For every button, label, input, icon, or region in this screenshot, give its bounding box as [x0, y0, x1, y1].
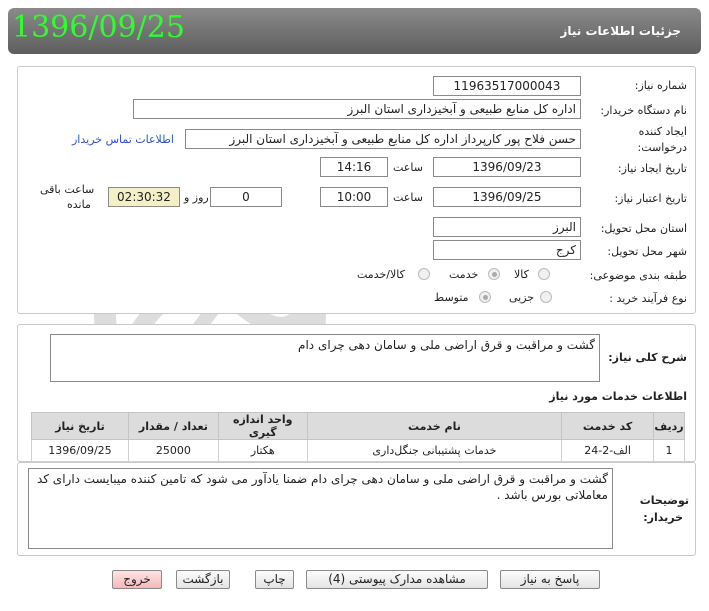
buyer-field: اداره کل منابع طبیعی و آبخیزداری استان ا… [133, 99, 581, 119]
validity-date-field: 1396/09/25 [433, 187, 581, 207]
province-label: استان محل تحویل: [600, 222, 687, 235]
buyer-contact-link[interactable]: اطلاعات تماس خریدار [72, 133, 174, 146]
column-header-unit: واحد اندازه گیری [217, 412, 308, 440]
created-date-field: 1396/09/23 [433, 157, 581, 177]
city-label: شهر محل تحویل: [607, 245, 687, 258]
column-header-service-name: نام خدمت [306, 412, 563, 440]
category-option-goods: کالا [514, 268, 529, 281]
validity-time-field: 10:00 [320, 187, 388, 207]
summary-field: گشت و مراقبت و قرق اراضی ملی و سامان دهی… [50, 334, 600, 382]
table-row: 1 الف-2-24 خدمات پشتیبانی جنگل‌داری هکتا… [31, 439, 685, 462]
category-radio-goods[interactable] [538, 268, 550, 280]
process-radio-medium[interactable] [479, 291, 491, 303]
creator-label-line2: درخواست: [637, 141, 687, 154]
process-option-medium: متوسط [434, 291, 469, 304]
respond-button[interactable]: پاسخ به نیاز [500, 570, 600, 589]
print-button[interactable]: چاپ [255, 570, 294, 589]
validity-date-label: تاریخ اعتبار نیاز: [614, 192, 687, 205]
page-title: جزئیات اطلاعات نیاز [560, 24, 681, 38]
process-type-label: نوع فرآیند خرید : [609, 292, 687, 305]
remaining-time-field: 02:30:32 [108, 187, 180, 207]
need-number-field: 11963517000043 [433, 76, 581, 96]
buyer-notes-textarea[interactable]: گشت و مراقبت و قرق اراضی ملی و سامان دهی… [28, 468, 613, 549]
column-header-need-date: تاریخ نیاز [31, 412, 129, 440]
cell-service-name: خدمات پشتیبانی جنگل‌داری [306, 439, 563, 462]
cell-quantity: 25000 [127, 439, 219, 462]
category-radio-goods-service[interactable] [418, 268, 430, 280]
province-field: البرز [433, 217, 581, 237]
created-time-label: ساعت [393, 161, 423, 174]
cell-need-date: 1396/09/25 [31, 439, 129, 462]
header-date: 1396/09/25 [12, 10, 185, 45]
created-time-field: 14:16 [320, 157, 388, 177]
back-button[interactable]: بازگشت [176, 570, 230, 589]
column-header-quantity: تعداد / مقدار [127, 412, 219, 440]
notes-label-line1: توضیحات [639, 494, 689, 507]
category-label: طبقه بندی موضوعی: [589, 269, 687, 282]
buyer-label: نام دستگاه خریدار: [600, 104, 687, 117]
view-attachments-button[interactable]: مشاهده مدارک پیوستی (4) [306, 570, 488, 589]
summary-label: شرح کلی نیاز: [608, 351, 687, 364]
created-date-label: تاریخ ایجاد نیاز: [617, 162, 687, 175]
category-option-goods-service: کالا/خدمت [357, 268, 405, 281]
cell-row-number: 1 [653, 439, 685, 462]
city-field: کرج [433, 240, 581, 260]
creator-label-line1: ایجاد کننده [638, 125, 687, 138]
column-header-service-code: کد خدمت [561, 412, 655, 440]
services-section-title: اطلاعات خدمات مورد نیاز [549, 390, 687, 403]
services-table-header-row: ردیف کد خدمت نام خدمت واحد اندازه گیری ت… [31, 412, 685, 440]
column-header-row-number: ردیف [653, 412, 685, 440]
category-option-service: خدمت [449, 268, 479, 281]
days-label: روز و [184, 191, 209, 204]
exit-button[interactable]: خروج [112, 570, 162, 589]
remaining-days-field: 0 [210, 187, 282, 207]
process-option-minor: جزیی [509, 291, 535, 304]
page-header: جزئیات اطلاعات نیاز 1396/09/25 [8, 8, 701, 54]
remaining-label-line2: مانده [67, 198, 91, 211]
notes-label-line2: خریدار: [643, 511, 683, 524]
cell-unit: هکتار [217, 439, 308, 462]
cell-service-code: الف-2-24 [561, 439, 655, 462]
category-radio-service[interactable] [488, 268, 500, 280]
remaining-label-line1: ساعت باقی [40, 183, 95, 196]
creator-field: حسن فلاح پور کارپرداز اداره کل منابع طبی… [185, 129, 581, 149]
services-table: ردیف کد خدمت نام خدمت واحد اندازه گیری ت… [31, 412, 685, 462]
need-number-label: شماره نیاز: [634, 79, 687, 92]
validity-time-label: ساعت [393, 191, 423, 204]
process-radio-minor[interactable] [540, 291, 552, 303]
